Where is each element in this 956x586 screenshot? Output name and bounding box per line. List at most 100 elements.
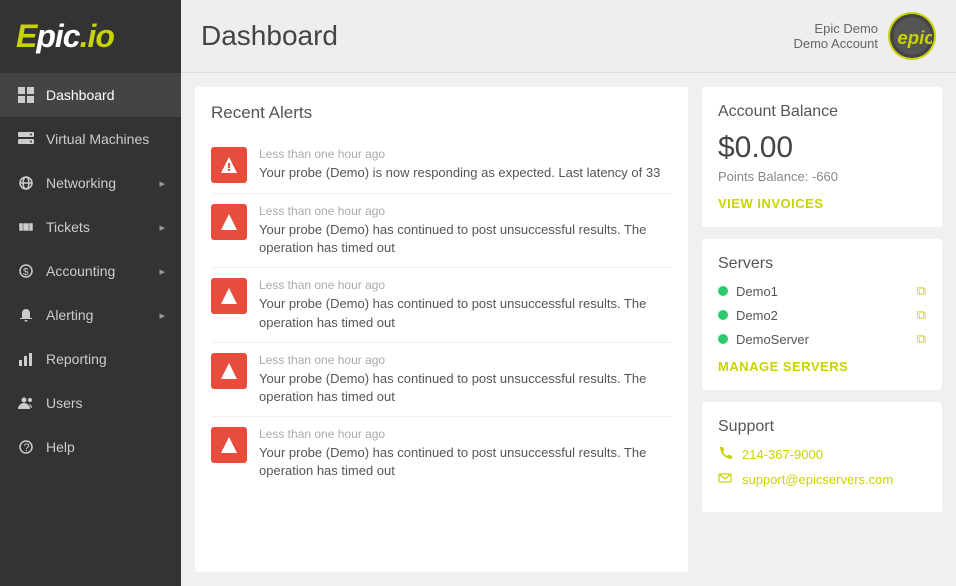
alerts-title: Recent Alerts [211,103,672,123]
sidebar-item-dashboard[interactable]: Dashboard [0,73,181,117]
support-title: Support [718,418,926,436]
alert-content-0: Less than one hour ago Your probe (Demo)… [259,147,672,182]
main-content: Dashboard Epic Demo Demo Account epic Re… [181,0,956,586]
sidebar-item-accounting-label: Accounting [46,263,159,279]
server-status-dot-2 [718,334,728,344]
support-phone-item: 214-367-9000 [718,446,926,463]
sidebar-item-networking-label: Networking [46,175,159,191]
alert-content-3: Less than one hour ago Your probe (Demo)… [259,353,672,406]
globe-icon [16,173,36,193]
sidebar: Epic.io Dashboard Virtual Machines [0,0,181,586]
sidebar-item-reporting-label: Reporting [46,351,165,367]
alert-icon-0 [211,147,247,183]
servers-widget: Servers Demo1 ⧉ Demo2 ⧉ DemoServer [702,239,942,390]
phone-icon [718,446,732,463]
sidebar-item-help[interactable]: ? Help [0,425,181,469]
sidebar-item-users[interactable]: Users [0,381,181,425]
alert-message-4: Your probe (Demo) has continued to post … [259,444,672,480]
alert-time-3: Less than one hour ago [259,353,672,367]
view-invoices-button[interactable]: VIEW INVOICES [718,196,926,211]
people-icon [16,393,36,413]
alert-icon-3 [211,353,247,389]
alert-item-3: Less than one hour ago Your probe (Demo)… [211,343,672,417]
alert-icon-2 [211,278,247,314]
avatar-inner: epic [890,14,934,58]
question-icon: ? [16,437,36,457]
bell-icon [16,305,36,325]
logo: Epic.io [0,0,181,73]
server-item-0: Demo1 ⧉ [718,283,926,299]
support-email-item: support@epicservers.com [718,471,926,488]
manage-servers-button[interactable]: MANAGE SERVERS [718,359,926,374]
alert-item-1: Less than one hour ago Your probe (Demo)… [211,194,672,268]
right-sidebar: Account Balance $0.00 Points Balance: -6… [702,87,942,572]
alert-item-2: Less than one hour ago Your probe (Demo)… [211,268,672,342]
ticket-icon [16,217,36,237]
logo-text: Epic.io [16,18,165,55]
sidebar-item-alerting[interactable]: Alerting ▸ [0,293,181,337]
support-email[interactable]: support@epicservers.com [742,472,893,487]
alert-message-2: Your probe (Demo) has continued to post … [259,295,672,331]
alerts-panel: Recent Alerts Less than one hour ago You… [195,87,688,572]
header: Dashboard Epic Demo Demo Account epic [181,0,956,73]
server-name-0: Demo1 [736,284,909,299]
sidebar-item-help-label: Help [46,439,165,455]
support-widget: Support 214-367-9000 [702,402,942,512]
chevron-right-icon: ▸ [159,309,165,322]
servers-title: Servers [718,255,926,273]
support-phone[interactable]: 214-367-9000 [742,447,823,462]
user-details: Epic Demo Demo Account [793,21,878,51]
alert-icon-1 [211,204,247,240]
sidebar-item-tickets-label: Tickets [46,219,159,235]
alert-message-0: Your probe (Demo) is now responding as e… [259,164,672,182]
server-name-2: DemoServer [736,332,909,347]
alert-item-4: Less than one hour ago Your probe (Demo)… [211,417,672,490]
email-icon [718,471,732,488]
server-status-dot-1 [718,310,728,320]
sidebar-item-dashboard-label: Dashboard [46,87,165,103]
sidebar-item-tickets[interactable]: Tickets ▸ [0,205,181,249]
alert-time-0: Less than one hour ago [259,147,672,161]
alert-item-0: Less than one hour ago Your probe (Demo)… [211,137,672,194]
sidebar-item-accounting[interactable]: $ Accounting ▸ [0,249,181,293]
dollar-icon: $ [16,261,36,281]
page-title: Dashboard [201,20,338,52]
sidebar-item-alerting-label: Alerting [46,307,159,323]
alert-time-2: Less than one hour ago [259,278,672,292]
svg-text:?: ? [24,442,30,454]
sidebar-item-reporting[interactable]: Reporting [0,337,181,381]
svg-text:$: $ [23,267,29,278]
server-link-1[interactable]: ⧉ [917,307,926,323]
balance-amount: $0.00 [718,131,926,165]
server-item-1: Demo2 ⧉ [718,307,926,323]
servers-list: Demo1 ⧉ Demo2 ⧉ DemoServer ⧉ [718,283,926,347]
points-balance: Points Balance: -660 [718,169,926,184]
alert-content-1: Less than one hour ago Your probe (Demo)… [259,204,672,257]
alert-time-4: Less than one hour ago [259,427,672,441]
alert-icon-4 [211,427,247,463]
server-item-2: DemoServer ⧉ [718,331,926,347]
server-status-dot-0 [718,286,728,296]
sidebar-item-virtual-machines-label: Virtual Machines [46,131,165,147]
svg-text:epic: epic [897,27,932,48]
grid-icon [16,85,36,105]
user-account: Demo Account [793,36,878,51]
account-balance-widget: Account Balance $0.00 Points Balance: -6… [702,87,942,227]
alert-content-2: Less than one hour ago Your probe (Demo)… [259,278,672,331]
chart-icon [16,349,36,369]
alert-content-4: Less than one hour ago Your probe (Demo)… [259,427,672,480]
account-balance-title: Account Balance [718,103,926,121]
server-name-1: Demo2 [736,308,909,323]
chevron-right-icon: ▸ [159,265,165,278]
server-link-0[interactable]: ⧉ [917,283,926,299]
sidebar-item-networking[interactable]: Networking ▸ [0,161,181,205]
sidebar-item-users-label: Users [46,395,165,411]
sidebar-item-virtual-machines[interactable]: Virtual Machines [0,117,181,161]
content-area: Recent Alerts Less than one hour ago You… [181,73,956,586]
alert-message-3: Your probe (Demo) has continued to post … [259,370,672,406]
avatar: epic [888,12,936,60]
alert-time-1: Less than one hour ago [259,204,672,218]
alert-message-1: Your probe (Demo) has continued to post … [259,221,672,257]
chevron-right-icon: ▸ [159,177,165,190]
server-link-2[interactable]: ⧉ [917,331,926,347]
